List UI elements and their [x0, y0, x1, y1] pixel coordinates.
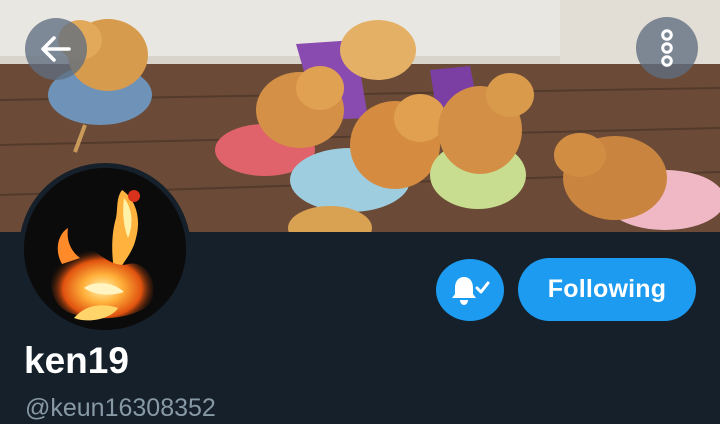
more-options-button[interactable]: [636, 17, 698, 79]
profile-display-name: ken19: [24, 340, 129, 381]
arrow-left-icon: [41, 36, 71, 62]
bell-check-icon: [452, 277, 490, 305]
vertical-dots-icon: [661, 29, 673, 67]
notifications-toggle-button[interactable]: [436, 259, 504, 321]
back-button[interactable]: [25, 18, 87, 80]
avatar-fire-rooster-image: [24, 168, 186, 330]
profile-handle: @keun16308352: [25, 394, 216, 422]
avatar[interactable]: [19, 163, 191, 335]
following-button[interactable]: Following: [518, 258, 696, 321]
